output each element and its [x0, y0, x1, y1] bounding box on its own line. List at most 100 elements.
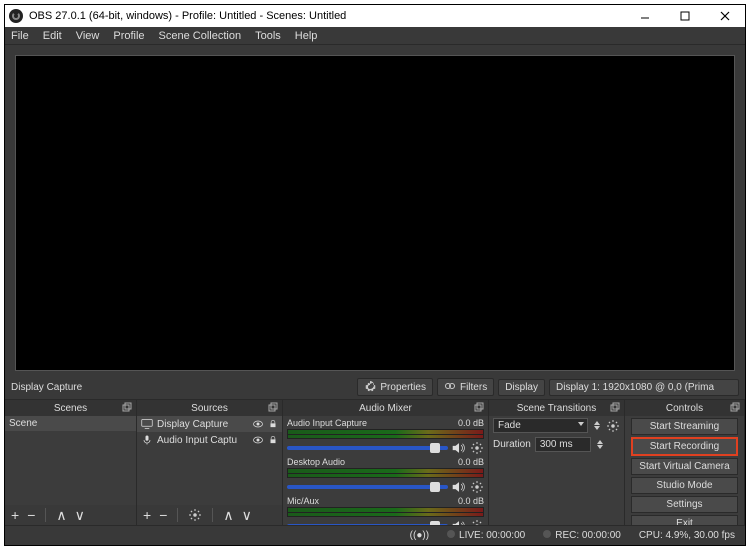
obs-logo-icon: [9, 9, 23, 23]
menu-file[interactable]: File: [11, 30, 29, 42]
window-title: OBS 27.0.1 (64-bit, windows) - Profile: …: [29, 10, 346, 22]
mixer-db: 0.0 dB: [458, 496, 484, 506]
mixer-item: Mic/Aux 0.0 dB: [283, 494, 488, 525]
source-info-row: Display Capture Properties Filters Displ…: [5, 375, 745, 399]
preview-area: [5, 45, 745, 375]
source-item-display[interactable]: Display Capture: [137, 416, 282, 432]
cpu-status: CPU: 4.9%, 30.00 fps: [639, 530, 735, 541]
volume-slider[interactable]: [287, 524, 448, 525]
audio-meter: [287, 507, 484, 517]
eye-icon[interactable]: [252, 434, 264, 446]
display-value: Display 1: 1920x1080 @ 0,0 (Prima: [556, 382, 714, 393]
sources-title: Sources: [191, 403, 228, 414]
lock-icon[interactable]: [268, 419, 278, 429]
titlebar: OBS 27.0.1 (64-bit, windows) - Profile: …: [5, 5, 745, 27]
display-label-pill: Display: [498, 379, 545, 396]
popout-icon[interactable]: [610, 402, 620, 412]
mixer-db: 0.0 dB: [458, 457, 484, 467]
popout-icon[interactable]: [268, 402, 278, 412]
mixer-title: Audio Mixer: [359, 403, 412, 414]
mixer-name: Mic/Aux: [287, 496, 319, 506]
source-down-button[interactable]: ∨: [242, 508, 252, 522]
mixer-item: Desktop Audio 0.0 dB: [283, 455, 488, 494]
gear-icon[interactable]: [470, 441, 484, 455]
eye-icon[interactable]: [252, 418, 264, 430]
speaker-icon[interactable]: [452, 481, 466, 493]
duration-input[interactable]: 300 ms: [535, 437, 591, 452]
control-button-studio-mode[interactable]: Studio Mode: [631, 477, 738, 494]
rec-status: REC: 00:00:00: [555, 530, 621, 541]
transitions-title: Scene Transitions: [517, 403, 597, 414]
menu-profile[interactable]: Profile: [113, 30, 144, 42]
controls-title: Controls: [666, 403, 703, 414]
properties-button[interactable]: Properties: [357, 378, 433, 396]
audio-meter: [287, 468, 484, 478]
menu-tools[interactable]: Tools: [255, 30, 281, 42]
mic-icon: [141, 434, 153, 446]
live-status: LIVE: 00:00:00: [459, 530, 525, 541]
control-button-settings[interactable]: Settings: [631, 496, 738, 513]
maximize-button[interactable]: [665, 5, 705, 27]
gear-icon[interactable]: [188, 508, 202, 522]
scene-item-label: Scene: [9, 418, 37, 429]
menu-edit[interactable]: Edit: [43, 30, 62, 42]
preview-canvas[interactable]: [15, 55, 735, 371]
properties-label: Properties: [380, 382, 426, 393]
chevron-down-icon: [578, 422, 584, 426]
mixer-name: Desktop Audio: [287, 457, 345, 467]
menu-scene-collection[interactable]: Scene Collection: [159, 30, 242, 42]
display-label: Display: [505, 382, 538, 393]
popout-icon[interactable]: [122, 402, 132, 412]
scene-add-button[interactable]: +: [11, 508, 19, 522]
live-dot-icon: [447, 530, 455, 538]
close-button[interactable]: [705, 5, 745, 27]
control-button-exit[interactable]: Exit: [631, 515, 738, 525]
mixer-item: Audio Input Capture 0.0 dB: [283, 416, 488, 455]
lock-icon[interactable]: [268, 435, 278, 445]
source-up-button[interactable]: ∧: [223, 508, 233, 522]
duration-label: Duration: [493, 439, 531, 450]
display-select[interactable]: Display 1: 1920x1080 @ 0,0 (Prima: [549, 379, 739, 396]
duration-spin[interactable]: [595, 440, 605, 449]
scene-item[interactable]: Scene: [5, 416, 136, 431]
mixer-db: 0.0 dB: [458, 418, 484, 428]
minimize-button[interactable]: [625, 5, 665, 27]
audio-meter: [287, 429, 484, 439]
filters-icon: [444, 381, 456, 393]
source-remove-button[interactable]: −: [159, 508, 167, 522]
transition-spin[interactable]: [592, 421, 602, 430]
transition-value: Fade: [498, 420, 521, 431]
filters-button[interactable]: Filters: [437, 378, 494, 396]
selected-source-label: Display Capture: [11, 382, 353, 393]
control-button-start-virtual-camera[interactable]: Start Virtual Camera: [631, 458, 738, 475]
menu-view[interactable]: View: [76, 30, 100, 42]
transition-select[interactable]: Fade: [493, 418, 588, 433]
source-add-button[interactable]: +: [143, 508, 151, 522]
control-button-start-streaming[interactable]: Start Streaming: [631, 418, 738, 435]
rec-dot-icon: [543, 530, 551, 538]
status-bar: ((●)) LIVE: 00:00:00 REC: 00:00:00 CPU: …: [5, 525, 745, 545]
menu-help[interactable]: Help: [295, 30, 318, 42]
volume-slider[interactable]: [287, 446, 448, 450]
duration-value: 300 ms: [540, 439, 573, 450]
gear-icon[interactable]: [606, 419, 620, 433]
broadcast-icon: ((●)): [410, 530, 429, 541]
filters-label: Filters: [460, 382, 487, 393]
volume-slider[interactable]: [287, 485, 448, 489]
mixer-name: Audio Input Capture: [287, 418, 367, 428]
popout-icon[interactable]: [474, 402, 484, 412]
source-label: Audio Input Captu: [157, 435, 237, 446]
gear-icon[interactable]: [470, 480, 484, 494]
scene-remove-button[interactable]: −: [27, 508, 35, 522]
popout-icon[interactable]: [730, 402, 740, 412]
scene-up-button[interactable]: ∧: [56, 508, 66, 522]
scene-down-button[interactable]: ∨: [75, 508, 85, 522]
control-button-start-recording[interactable]: Start Recording: [631, 437, 738, 456]
source-label: Display Capture: [157, 419, 228, 430]
monitor-icon: [141, 418, 153, 430]
menubar: File Edit View Profile Scene Collection …: [5, 27, 745, 45]
source-item-audio[interactable]: Audio Input Captu: [137, 432, 282, 448]
gear-icon: [364, 381, 376, 393]
speaker-icon[interactable]: [452, 442, 466, 454]
scenes-title: Scenes: [54, 403, 87, 414]
